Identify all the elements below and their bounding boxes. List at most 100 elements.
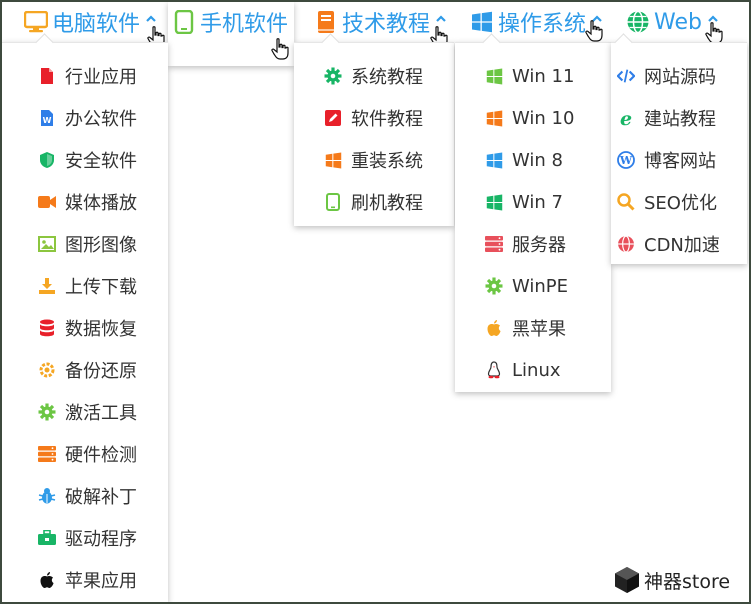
toolbox-icon [38, 529, 56, 547]
menu-item-os-7[interactable]: Linux [485, 349, 611, 391]
menu-item-os-6[interactable]: 黑苹果 [485, 307, 611, 349]
menu-item-tech-0[interactable]: 系统教程 [324, 55, 454, 97]
dropdown-operating-systems: Win 11 Win 10 Win 8 Win 7 服务器 WinPE 黑苹果 Linux [455, 42, 611, 392]
globe-icon [617, 235, 635, 253]
menu-item-label: 黑苹果 [512, 319, 566, 340]
menu-item-label: 办公软件 [65, 109, 137, 130]
menu-item-label: 软件教程 [351, 109, 423, 130]
menu-item-label: Win 11 [512, 65, 575, 87]
menu-item-label: 建站教程 [644, 109, 716, 130]
menu-item-label: Win 8 [512, 149, 563, 171]
dropdown-tech-tutorials: 系统教程软件教程重装系统刷机教程 [294, 42, 454, 226]
globe-icon [626, 10, 650, 34]
windows-icon [485, 109, 503, 127]
menu-item-os-3[interactable]: Win 7 [485, 181, 611, 223]
apple-icon [38, 571, 56, 589]
menu-item-label: 上传下载 [65, 277, 137, 298]
nav-label: 手机软件 [200, 12, 289, 37]
menu-item-os-2[interactable]: Win 8 [485, 139, 611, 181]
menu-item-os-4[interactable]: 服务器 [485, 223, 611, 265]
menu-item-web-3[interactable]: SEO优化 [617, 181, 747, 223]
menu-item-pc-3[interactable]: 媒体播放 [38, 181, 168, 223]
nav-phone-software[interactable]: 手机软件 [172, 2, 288, 42]
watermark-text: 神器store [644, 570, 731, 593]
gear-icon [38, 403, 56, 421]
menu-item-web-1[interactable]: e 建站教程 [617, 97, 747, 139]
menu-item-label: 刷机教程 [351, 193, 423, 214]
menu-item-pc-2[interactable]: 安全软件 [38, 139, 168, 181]
menu-item-web-2[interactable]: W 博客网站 [617, 139, 747, 181]
hand-cursor-icon [585, 20, 603, 42]
linux-penguin-icon [485, 361, 503, 379]
menu-item-pc-7[interactable]: 备份还原 [38, 349, 168, 391]
menu-item-label: 媒体播放 [65, 193, 137, 214]
menu-item-os-5[interactable]: WinPE [485, 265, 611, 307]
phone-icon [324, 193, 342, 211]
ie-icon: e [617, 109, 635, 127]
menu-item-label: 行业应用 [65, 67, 137, 88]
book-icon [314, 10, 338, 34]
server-icon [38, 445, 56, 463]
menu-item-pc-8[interactable]: 激活工具 [38, 391, 168, 433]
hand-cursor-icon [271, 38, 289, 60]
search-icon [617, 193, 635, 211]
menu-item-os-0[interactable]: Win 11 [485, 55, 611, 97]
menu-item-pc-1[interactable]: W 办公软件 [38, 97, 168, 139]
shield-icon [38, 151, 56, 169]
menu-item-pc-10[interactable]: 破解补丁 [38, 475, 168, 517]
menu-item-label: Win 10 [512, 107, 575, 129]
image-icon [38, 235, 56, 253]
phone-icon [172, 10, 196, 34]
wordpress-icon: W [617, 151, 635, 169]
menu-item-label: Linux [512, 359, 561, 381]
menu-item-os-1[interactable]: Win 10 [485, 97, 611, 139]
menu-item-label: 重装系统 [351, 151, 423, 172]
windows-icon [470, 10, 494, 34]
windows-icon [485, 151, 503, 169]
dropdown-web: 网站源码 e 建站教程 W 博客网站 SEO优化 CDN加速 [611, 42, 747, 264]
menu-item-pc-5[interactable]: 上传下载 [38, 265, 168, 307]
windows-icon [485, 67, 503, 85]
download-icon [38, 277, 56, 295]
menu-item-pc-11[interactable]: 驱动程序 [38, 517, 168, 559]
code-icon [617, 67, 635, 85]
cog-sync-icon [38, 361, 56, 379]
bug-icon [38, 487, 56, 505]
svg-text:W: W [619, 154, 633, 167]
watermark-logo: 神器store [614, 564, 730, 596]
menu-item-label: 数据恢复 [65, 319, 137, 340]
menu-item-pc-0[interactable]: 行业应用 [38, 55, 168, 97]
chevron-up-icon [146, 11, 156, 25]
menu-item-label: WinPE [512, 275, 569, 297]
menu-item-web-4[interactable]: CDN加速 [617, 223, 747, 265]
menu-item-label: 备份还原 [65, 361, 137, 382]
menu-item-tech-1[interactable]: 软件教程 [324, 97, 454, 139]
menu-item-label: CDN加速 [644, 235, 720, 256]
menu-item-label: 网站源码 [644, 67, 716, 88]
nav-label: Web [654, 9, 702, 35]
menu-item-pc-9[interactable]: 硬件检测 [38, 433, 168, 475]
menu-item-label: Win 7 [512, 191, 563, 213]
menu-item-pc-6[interactable]: 数据恢复 [38, 307, 168, 349]
video-camera-icon [38, 193, 56, 211]
menu-item-label: 破解补丁 [65, 487, 137, 508]
menu-item-pc-12[interactable]: 苹果应用 [38, 559, 168, 601]
gear-icon [485, 277, 503, 295]
menu-item-pc-4[interactable]: 图形图像 [38, 223, 168, 265]
menu-item-tech-2[interactable]: 重装系统 [324, 139, 454, 181]
menu-item-label: 系统教程 [351, 67, 423, 88]
windows-icon [324, 151, 342, 169]
menu-item-label: 安全软件 [65, 151, 137, 172]
svg-text:e: e [620, 109, 632, 127]
windows-icon [485, 193, 503, 211]
monitor-icon [24, 10, 48, 34]
word-file-icon: W [38, 109, 56, 127]
menu-item-label: SEO优化 [644, 193, 717, 214]
nav-label: 电脑软件 [52, 12, 141, 37]
menu-item-web-0[interactable]: 网站源码 [617, 55, 747, 97]
svg-text:W: W [43, 116, 52, 125]
menu-item-label: 硬件检测 [65, 445, 137, 466]
database-icon [38, 319, 56, 337]
menu-item-tech-3[interactable]: 刷机教程 [324, 181, 454, 223]
gear-icon [324, 67, 342, 85]
